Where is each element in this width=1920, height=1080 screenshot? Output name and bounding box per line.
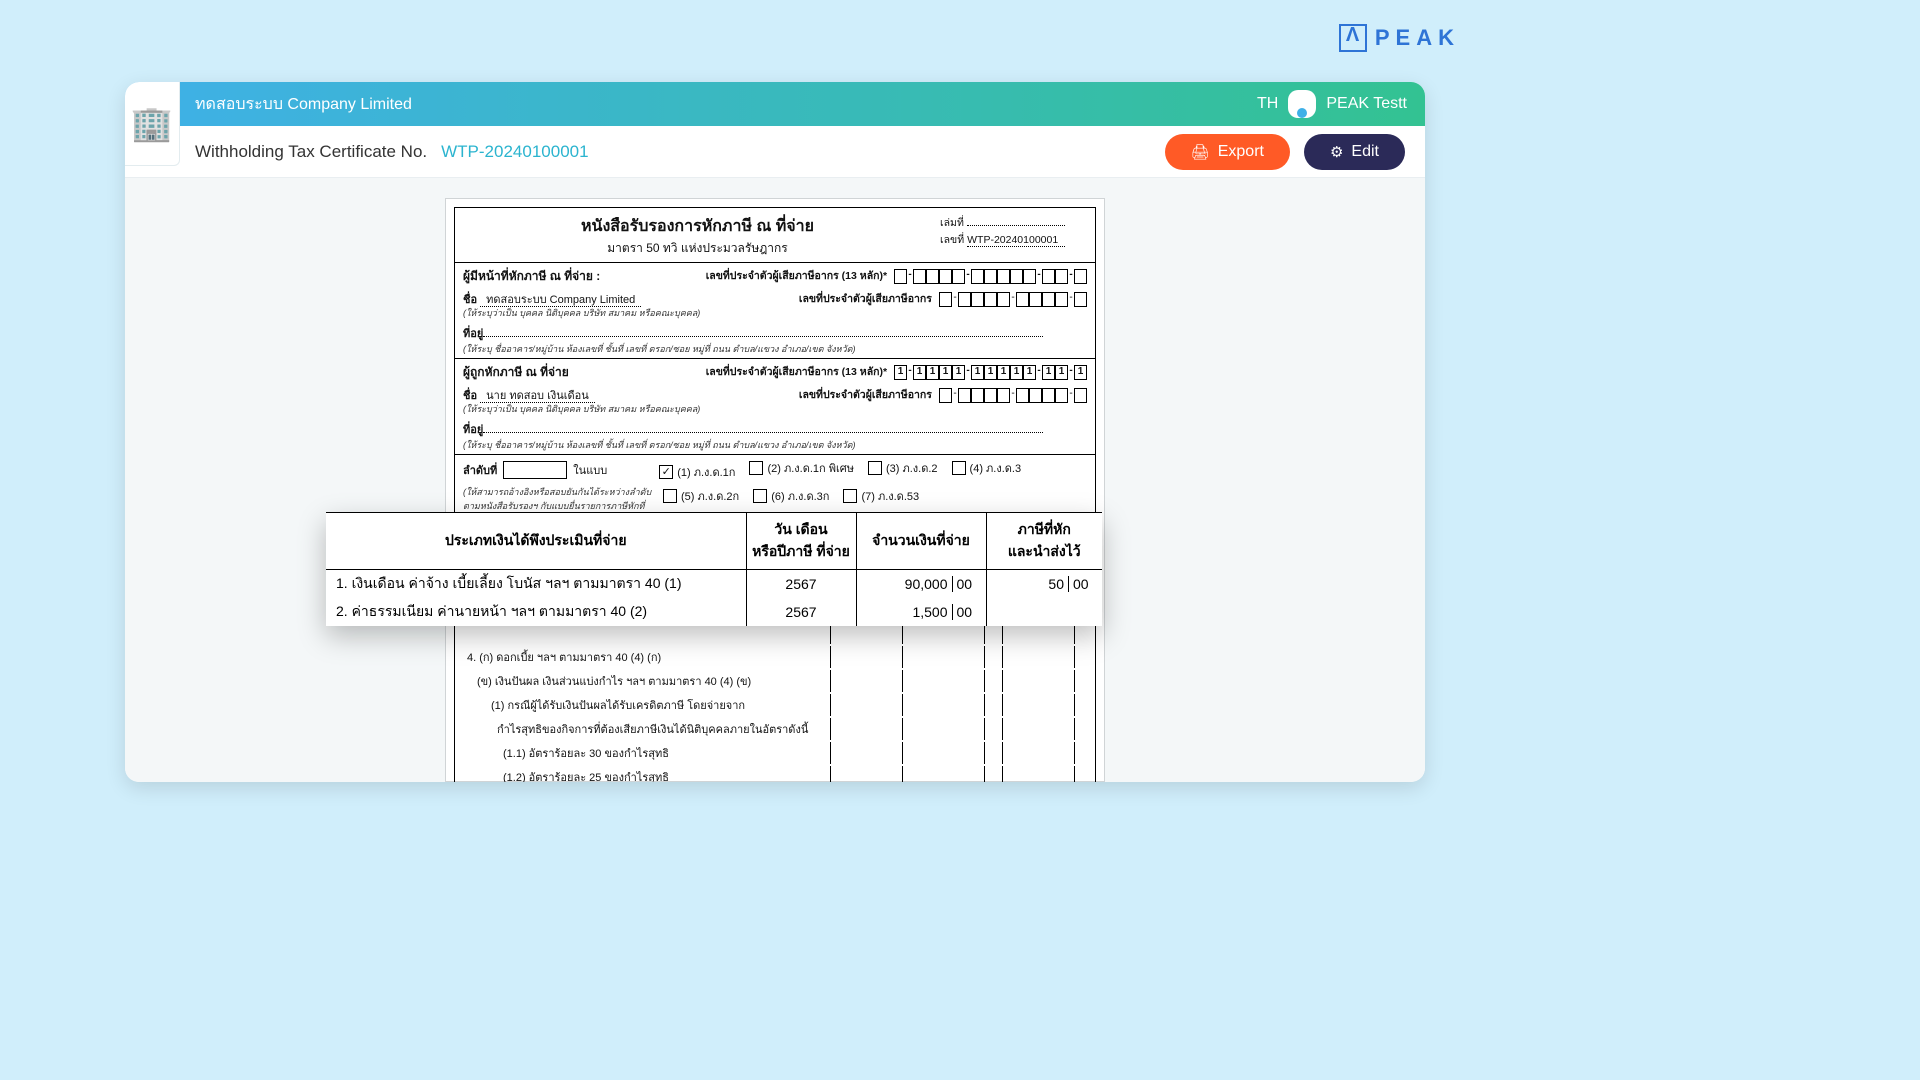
form-option[interactable]: (6) ภ.ง.ด.3ก [753, 487, 829, 505]
table-row: 2. ค่าธรรมเนียม ค่านายหน้า ฯลฯ ตามมาตรา … [326, 598, 1102, 626]
form-option[interactable]: (3) ภ.ง.ด.2 [868, 459, 938, 477]
company-name: ทดสอบระบบ Company Limited [143, 92, 1257, 117]
col-date: วัน เดือน หรือปีภาษี ที่จ่าย [746, 513, 856, 570]
avatar-icon[interactable] [1288, 90, 1316, 118]
export-button[interactable]: 🖨 Export [1165, 134, 1290, 170]
payee-taxid13-boxes: 1-1111-11111-11-1 [894, 365, 1087, 380]
payer-section: ผู้มีหน้าที่หักภาษี ณ ที่จ่าย : เลขที่ปร… [455, 262, 1095, 358]
form-option[interactable]: (2) ภ.ง.ด.1ก พิเศษ [749, 459, 854, 477]
doc-title: หนังสือรับรองการหักภาษี ณ ที่จ่าย [459, 214, 936, 239]
print-icon: 🖨 [1191, 143, 1210, 161]
topbar: ทดสอบระบบ Company Limited TH PEAK Testt [125, 82, 1425, 126]
number-label: เลขที่ [940, 234, 964, 246]
book-label: เล่มที่ [940, 217, 964, 229]
cert-number[interactable]: WTP-20240100001 [441, 142, 588, 162]
sequence-box [503, 461, 567, 479]
form-option[interactable]: ✓(1) ภ.ง.ด.1ก [659, 463, 735, 481]
payer-taxid13-boxes: ---- [894, 269, 1087, 284]
gear-icon: ⚙ [1330, 143, 1343, 161]
peak-logo-text: PEAK [1375, 25, 1460, 51]
table-row: 1. เงินเดือน ค่าจ้าง เบี้ยเลี้ยง โบนัส ฯ… [326, 570, 1102, 599]
form-option[interactable]: (5) ภ.ง.ด.2ก [663, 487, 739, 505]
document-viewport[interactable]: หนังสือรับรองการหักภาษี ณ ที่จ่าย มาตรา … [125, 178, 1425, 782]
highlight-table: ประเภทเงินได้พึงประเมินที่จ่าย วัน เดือน… [326, 512, 1102, 626]
subbar: Withholding Tax Certificate No. WTP-2024… [125, 126, 1425, 178]
company-icon: 🏢 [125, 82, 180, 166]
peak-logo: PEAK [1339, 24, 1460, 52]
wht-document: หนังสือรับรองการหักภาษี ณ ที่จ่าย มาตรา … [445, 198, 1105, 782]
col-amount: จำนวนเงินที่จ่าย [856, 513, 986, 570]
payee-taxid-boxes: --- [939, 388, 1087, 403]
payee-section: ผู้ถูกหักภาษี ณ ที่จ่าย เลขที่ประจำตัวผู… [455, 358, 1095, 454]
form-option[interactable]: (4) ภ.ง.ด.3 [952, 459, 1022, 477]
edit-button[interactable]: ⚙ Edit [1304, 134, 1405, 170]
form-option[interactable]: (7) ภ.ง.ด.53 [843, 487, 919, 505]
peak-logo-icon [1339, 24, 1367, 52]
payer-taxid-boxes: --- [939, 292, 1087, 307]
col-type: ประเภทเงินได้พึงประเมินที่จ่าย [326, 513, 746, 570]
app-card: 🏢 ทดสอบระบบ Company Limited TH PEAK Test… [125, 82, 1425, 782]
language-switch[interactable]: TH [1257, 95, 1278, 113]
number-value: WTP-20240100001 [967, 234, 1065, 247]
user-name[interactable]: PEAK Testt [1326, 95, 1407, 113]
cert-label: Withholding Tax Certificate No. [195, 142, 427, 162]
col-tax: ภาษีที่หัก และนำส่งไว้ [986, 513, 1102, 570]
doc-subtitle: มาตรา 50 ทวิ แห่งประมวลรัษฎากร [459, 239, 936, 258]
